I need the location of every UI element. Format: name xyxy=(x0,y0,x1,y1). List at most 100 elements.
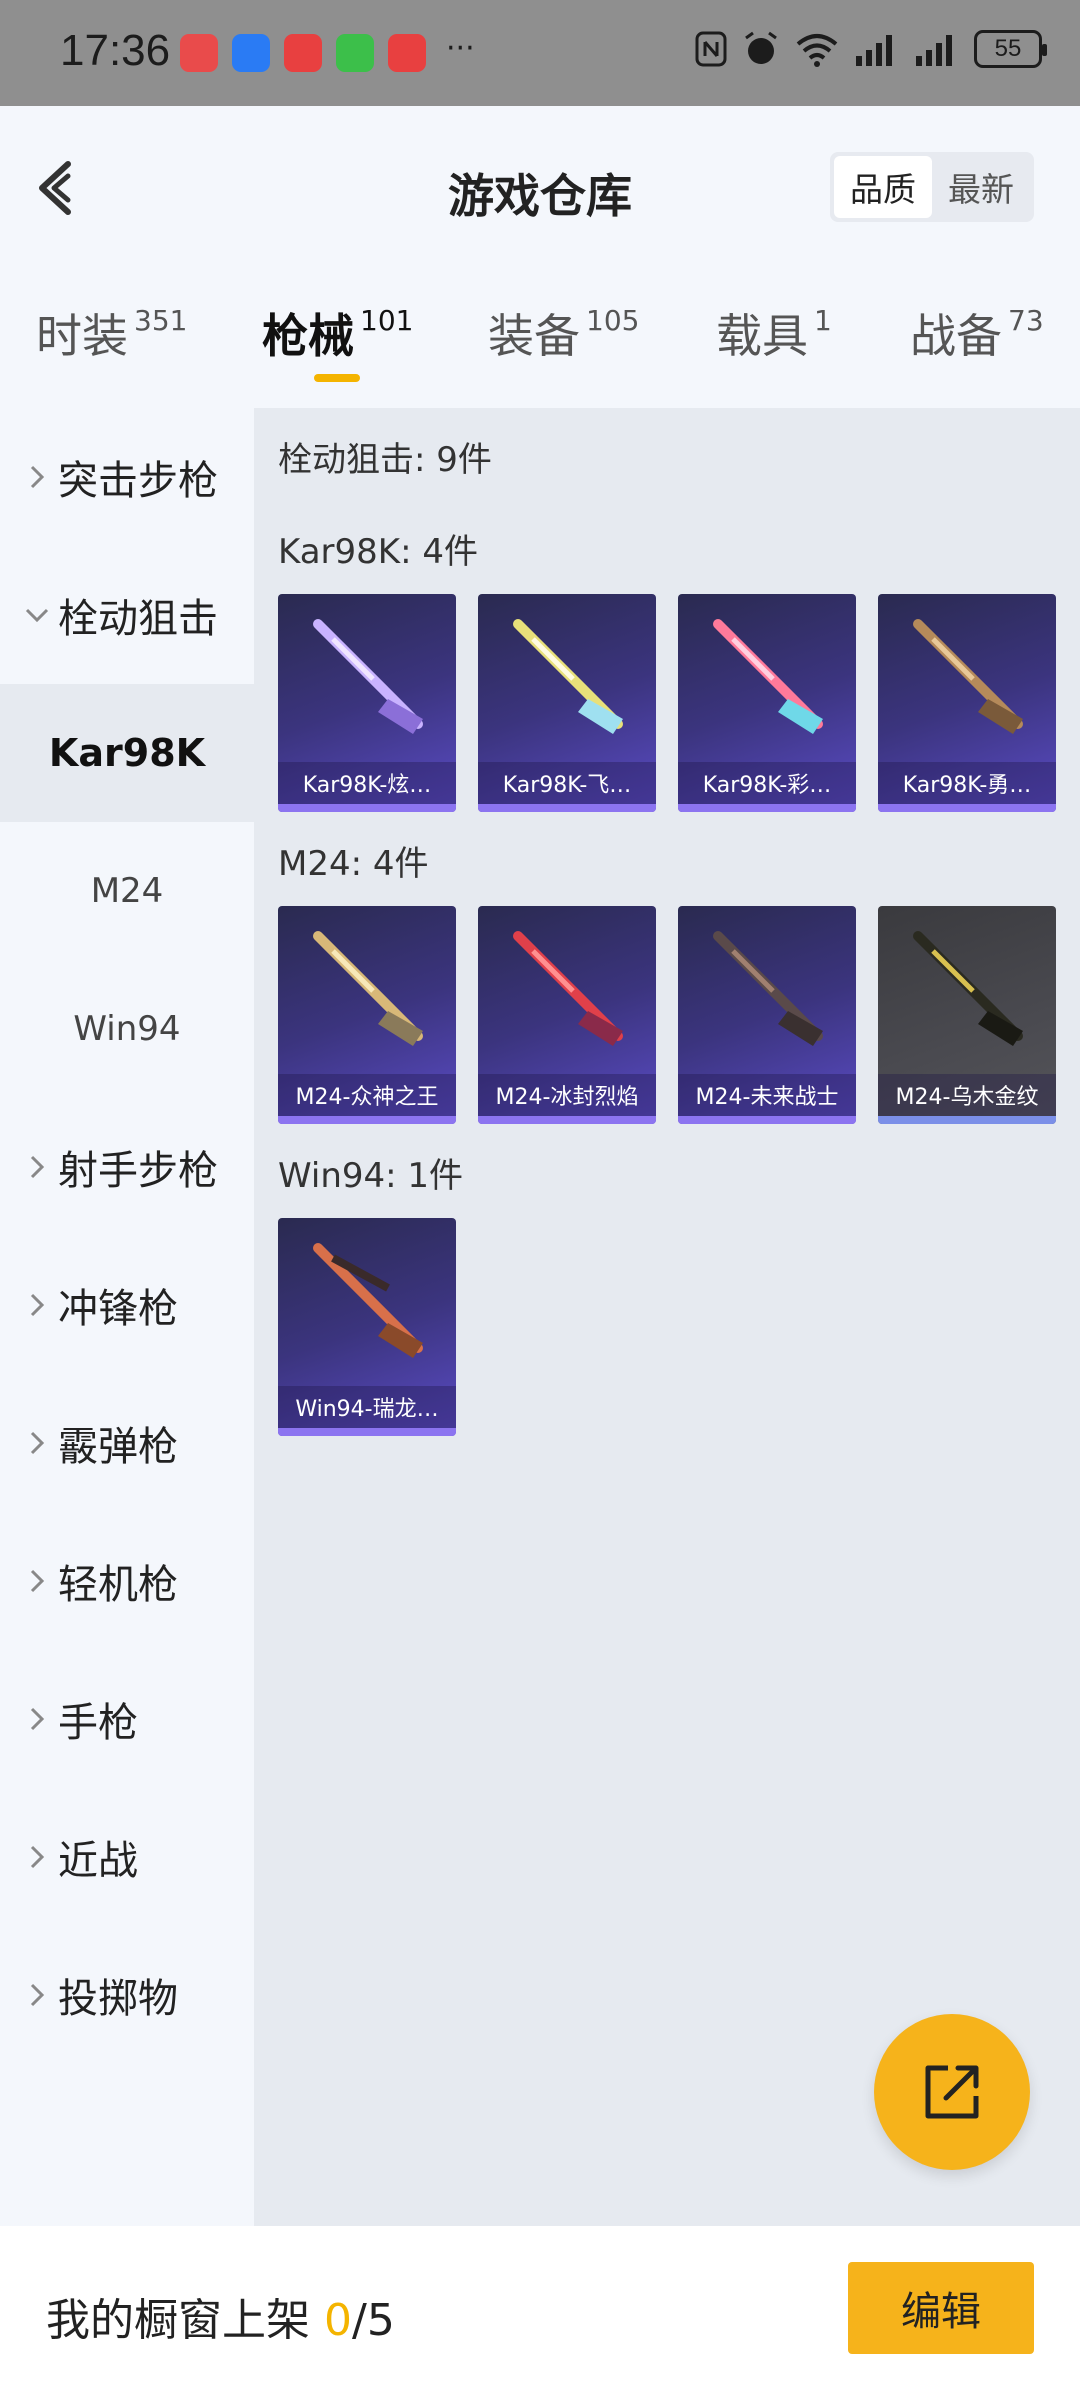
quality-bar xyxy=(278,1116,456,1124)
showcase-footer: 我的橱窗上架 0/5 编辑 xyxy=(0,2226,1080,2387)
sidebar-item-throwables[interactable]: 投掷物 xyxy=(0,1926,254,2064)
showcase-label: 我的橱窗上架 xyxy=(46,2295,310,2346)
sidebar-item-marksman-rifle[interactable]: 射手步枪 xyxy=(0,1098,254,1236)
item-card[interactable]: Win94-瑞龙… xyxy=(278,1218,456,1436)
rifle-skin-icon xyxy=(713,619,823,734)
category-tabs: 时装 351 枪械 101 装备 105 载具 1 战备 73 xyxy=(0,270,1080,408)
tab-label: 载具 xyxy=(716,309,808,363)
item-name: M24-乌木金纹 xyxy=(878,1074,1056,1116)
sidebar-item-win94[interactable]: Win94 xyxy=(0,960,254,1098)
tab-count: 101 xyxy=(360,304,414,337)
chevron-right-icon xyxy=(22,1430,52,1456)
rifle-skin-icon xyxy=(513,619,623,734)
chevron-right-icon xyxy=(22,1292,52,1318)
item-name: M24-众神之王 xyxy=(278,1074,456,1116)
showcase-current-count: 0 xyxy=(324,2295,352,2346)
status-indicators: 55 xyxy=(694,30,1047,68)
item-card[interactable]: Kar98K-炫… xyxy=(278,594,456,812)
sidebar-item-label: 突击步枪 xyxy=(58,458,218,504)
chevron-right-icon xyxy=(22,1706,52,1732)
item-card[interactable]: M24-乌木金纹 xyxy=(878,906,1056,1124)
item-name: Kar98K-飞… xyxy=(478,762,656,804)
item-name: M24-未来战士 xyxy=(678,1074,856,1116)
rifle-skin-icon xyxy=(913,931,1023,1046)
item-name: Kar98K-炫… xyxy=(278,762,456,804)
item-card[interactable]: Kar98K-彩… xyxy=(678,594,856,812)
chevron-right-icon xyxy=(22,1568,52,1594)
quality-bar xyxy=(478,804,656,812)
sidebar-item-label: 近战 xyxy=(58,1838,138,1884)
sidebar-item-label: 手枪 xyxy=(58,1700,138,1746)
chevron-right-icon xyxy=(22,464,52,490)
sidebar-item-pistol[interactable]: 手枪 xyxy=(0,1650,254,1788)
sidebar-item-m24[interactable]: M24 xyxy=(0,822,254,960)
status-bar: 17:36 ··· 55 xyxy=(0,0,1080,106)
sidebar-item-label: 栓动狙击 xyxy=(58,596,218,642)
chevron-right-icon xyxy=(22,1154,52,1180)
rifle-skin-icon xyxy=(313,931,423,1046)
wechat-icon xyxy=(336,34,374,72)
sidebar-item-label: 冲锋枪 xyxy=(58,1286,178,1332)
app-notification-icon xyxy=(284,34,322,72)
item-card[interactable]: M24-冰封烈焰 xyxy=(478,906,656,1124)
tab-count: 351 xyxy=(134,304,188,337)
showcase-status: 我的橱窗上架 0/5 xyxy=(46,2284,395,2348)
wifi-icon xyxy=(796,34,838,67)
sidebar-item-label: 轻机枪 xyxy=(58,1562,178,1608)
tab-fashion[interactable]: 时装 351 xyxy=(36,300,187,366)
more-notifications-icon: ··· xyxy=(446,30,475,66)
sidebar-item-label: Kar98K xyxy=(48,731,206,775)
share-external-icon xyxy=(925,2065,979,2119)
signal-icon xyxy=(916,35,952,66)
quality-bar xyxy=(678,804,856,812)
status-app-icons: ··· xyxy=(180,30,475,72)
tab-supplies[interactable]: 战备 73 xyxy=(910,300,1044,366)
sidebar-item-kar98k[interactable]: Kar98K xyxy=(0,684,254,822)
item-card[interactable]: M24-众神之王 xyxy=(278,906,456,1124)
signal-icon xyxy=(856,35,892,66)
rifle-skin-icon xyxy=(713,931,823,1046)
tab-count: 105 xyxy=(586,304,640,337)
rifle-skin-icon xyxy=(313,619,423,734)
sidebar-item-smg[interactable]: 冲锋枪 xyxy=(0,1236,254,1374)
rifle-skin-icon xyxy=(513,931,623,1046)
group-label: Win94: 1件 xyxy=(278,1156,464,1196)
item-name: Kar98K-彩… xyxy=(678,762,856,804)
chevron-right-icon xyxy=(22,1982,52,2008)
active-tab-indicator xyxy=(314,374,360,382)
item-name: Kar98K-勇… xyxy=(878,762,1056,804)
tab-count: 73 xyxy=(1008,304,1044,337)
item-card[interactable]: M24-未来战士 xyxy=(678,906,856,1124)
category-summary: 栓动狙击: 9件 xyxy=(278,440,492,480)
sidebar-item-shotgun[interactable]: 霰弹枪 xyxy=(0,1374,254,1512)
tab-equipment[interactable]: 装备 105 xyxy=(488,300,639,366)
rifle-skin-icon xyxy=(313,1243,423,1358)
quality-bar xyxy=(278,1428,456,1436)
tab-weapons[interactable]: 枪械 101 xyxy=(262,300,413,366)
quality-bar xyxy=(878,804,1056,812)
item-name: M24-冰封烈焰 xyxy=(478,1074,656,1116)
sort-newest-button[interactable]: 最新 xyxy=(932,156,1030,218)
rifle-skin-icon xyxy=(913,619,1023,734)
sidebar-item-lmg[interactable]: 轻机枪 xyxy=(0,1512,254,1650)
item-card[interactable]: Kar98K-飞… xyxy=(478,594,656,812)
tab-vehicles[interactable]: 载具 1 xyxy=(716,300,832,366)
group-label: M24: 4件 xyxy=(278,844,429,884)
group-label: Kar98K: 4件 xyxy=(278,532,478,572)
app-notification-icon xyxy=(388,34,426,72)
tab-count: 1 xyxy=(814,304,832,337)
tab-label: 枪械 xyxy=(262,309,354,363)
quality-bar xyxy=(478,1116,656,1124)
sidebar-item-assault-rifle[interactable]: 突击步枪 xyxy=(0,408,254,546)
item-card[interactable]: Kar98K-勇… xyxy=(878,594,1056,812)
share-fab-button[interactable] xyxy=(874,2014,1030,2170)
page-header: 游戏仓库 品质 最新 xyxy=(0,106,1080,270)
weapon-grid-panel: 栓动狙击: 9件 Kar98K: 4件 Kar98K-炫… Kar98K-飞… … xyxy=(254,408,1080,2226)
edit-button[interactable]: 编辑 xyxy=(848,2262,1034,2354)
battery-level: 55 xyxy=(994,35,1022,62)
sidebar-item-bolt-sniper[interactable]: 栓动狙击 xyxy=(0,546,254,684)
sidebar-item-melee[interactable]: 近战 xyxy=(0,1788,254,1926)
showcase-total-count: /5 xyxy=(352,2295,395,2346)
weapon-type-sidebar: 突击步枪 栓动狙击 Kar98K M24 Win94 射手步枪 冲锋枪 霰弹枪 … xyxy=(0,408,254,2226)
sort-quality-button[interactable]: 品质 xyxy=(834,156,932,218)
